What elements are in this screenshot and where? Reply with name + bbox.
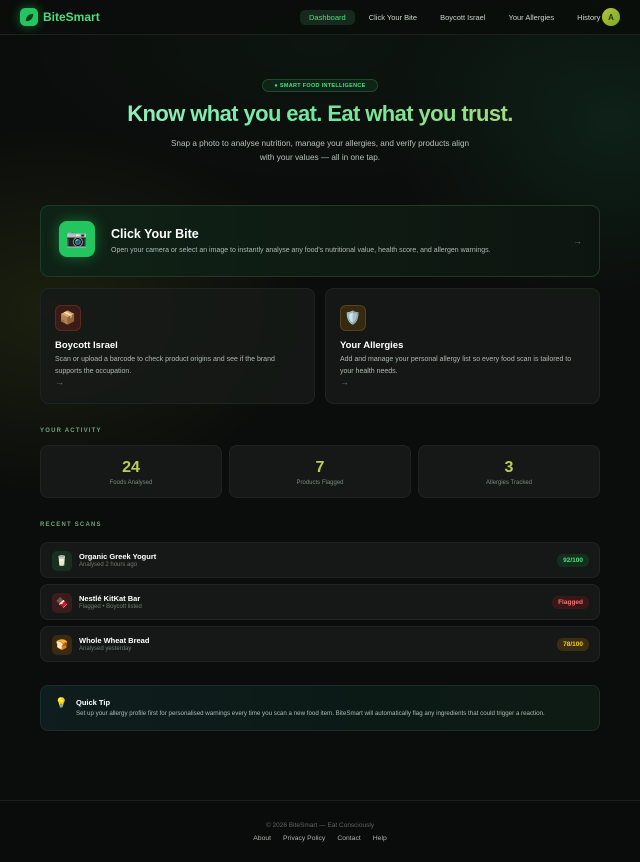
camera-icon: 📷: [59, 221, 95, 257]
stat-allergies-tracked: 3 Allergies Tracked: [418, 445, 600, 498]
stat-value: 3: [504, 459, 514, 476]
click-your-bite-card[interactable]: 📷 Click Your Bite Open your camera or se…: [40, 205, 600, 277]
shield-icon: 🛡️: [340, 305, 366, 331]
stat-value: 7: [315, 459, 325, 476]
brand-name[interactable]: BiteSmart: [43, 10, 100, 24]
scan-meta: Analysed 2 hours ago: [79, 562, 138, 568]
scan-meta: Flagged • Boycott listed: [79, 604, 142, 610]
nav-links: Dashboard Click Your Bite Boycott Israel…: [300, 10, 614, 25]
nav-link-your-allergies[interactable]: Your Allergies: [500, 10, 564, 25]
stat-label: Foods Analysed: [109, 480, 153, 486]
arrow-right-icon: →: [55, 377, 64, 387]
footer-link-help[interactable]: Help: [373, 835, 387, 842]
footer-links: About Privacy Policy Contact Help: [0, 835, 640, 842]
your-allergies-card[interactable]: 🛡️ Your Allergies Add and manage your pe…: [325, 288, 600, 404]
nav-link-click-your-bite[interactable]: Click Your Bite: [360, 10, 426, 25]
nav-link-boycott-israel[interactable]: Boycott Israel: [431, 10, 494, 25]
stat-label: Products Flagged: [296, 480, 344, 486]
yogurt-icon: 🥛: [52, 551, 72, 571]
stat-products-flagged: 7 Products Flagged: [229, 445, 411, 498]
list-item[interactable]: 🍫 Nestlé KitKat Bar Flagged • Boycott li…: [40, 584, 600, 620]
card-description: Add and manage your personal allergy lis…: [340, 356, 572, 375]
package-icon: 📦: [55, 305, 81, 331]
list-item[interactable]: 🍞 Whole Wheat Bread Analysed yesterday 7…: [40, 626, 600, 662]
scan-name: Whole Wheat Bread: [79, 636, 150, 645]
activity-section-label: YOUR ACTIVITY: [40, 428, 102, 434]
stat-value: 24: [122, 459, 140, 476]
hero-subtitle: Snap a photo to analyse nutrition, manag…: [170, 139, 470, 162]
scan-name: Organic Greek Yogurt: [79, 552, 157, 561]
bread-icon: 🍞: [52, 635, 72, 655]
footer-link-about[interactable]: About: [253, 835, 271, 842]
card-title: Boycott Israel: [55, 340, 118, 351]
scan-name: Nestlé KitKat Bar: [79, 594, 141, 603]
avatar[interactable]: A: [602, 8, 620, 26]
footer-link-contact[interactable]: Contact: [337, 835, 360, 842]
quick-tip-panel: 💡 Quick Tip Set up your allergy profile …: [40, 685, 600, 731]
recent-scans-section-label: RECENT SCANS: [40, 522, 102, 528]
tip-text: Set up your allergy profile first for pe…: [76, 710, 545, 717]
card-description: Open your camera or select an image to i…: [111, 247, 491, 254]
stat-label: Allergies Tracked: [485, 480, 533, 486]
chocolate-icon: 🍫: [52, 593, 72, 613]
footer: © 2026 BiteSmart — Eat Consciously About…: [0, 800, 640, 862]
footer-link-privacy-policy[interactable]: Privacy Policy: [283, 835, 325, 842]
boycott-israel-card[interactable]: 📦 Boycott Israel Scan or upload a barcod…: [40, 288, 315, 404]
top-nav: BiteSmart Dashboard Click Your Bite Boyc…: [0, 0, 640, 35]
arrow-right-icon: →: [340, 377, 349, 387]
card-title: Click Your Bite: [111, 227, 199, 241]
footer-copyright: © 2026 BiteSmart — Eat Consciously: [265, 822, 375, 829]
hero-badge: ● SMART FOOD INTELLIGENCE: [262, 79, 378, 92]
hero-title: Know what you eat. Eat what you trust.: [0, 101, 640, 127]
tip-title: Quick Tip: [76, 698, 111, 707]
score-badge: 92/100: [557, 554, 589, 567]
score-badge: 78/100: [557, 638, 589, 651]
nav-link-dashboard[interactable]: Dashboard: [300, 10, 355, 25]
flagged-badge: Flagged: [552, 596, 589, 609]
leaf-logo-icon[interactable]: [20, 8, 38, 26]
arrow-right-icon: →: [573, 236, 582, 246]
card-title: Your Allergies: [340, 340, 404, 351]
list-item[interactable]: 🥛 Organic Greek Yogurt Analysed 2 hours …: [40, 542, 600, 578]
scan-meta: Analysed yesterday: [79, 646, 132, 652]
stat-foods-analysed: 24 Foods Analysed: [40, 445, 222, 498]
lightbulb-icon: 💡: [55, 698, 68, 709]
card-description: Scan or upload a barcode to check produc…: [55, 356, 275, 375]
